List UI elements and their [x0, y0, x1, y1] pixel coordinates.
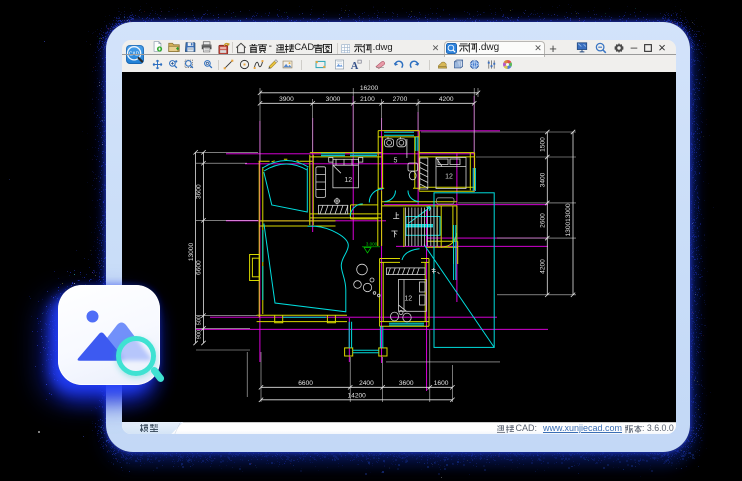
svg-text:6600: 6600 — [298, 380, 313, 387]
svg-text:130013000: 130013000 — [565, 203, 572, 236]
svg-text:2400: 2400 — [359, 380, 374, 387]
svg-text:12: 12 — [445, 174, 453, 181]
svg-text:13000: 13000 — [188, 243, 195, 262]
svg-text:3900: 3900 — [279, 96, 294, 103]
svg-text:3600: 3600 — [399, 380, 414, 387]
svg-text:3.000: 3.000 — [366, 242, 378, 247]
svg-text:500: 500 — [197, 316, 203, 325]
svg-text:3600: 3600 — [196, 184, 203, 199]
svg-text:1500: 1500 — [539, 137, 546, 152]
svg-text:16200: 16200 — [360, 85, 379, 92]
svg-text:2100: 2100 — [360, 96, 375, 103]
svg-text:12: 12 — [344, 177, 352, 184]
svg-text:1600: 1600 — [434, 380, 449, 387]
svg-text:5: 5 — [394, 158, 398, 165]
svg-text:4200: 4200 — [539, 259, 546, 274]
svg-text:14200: 14200 — [348, 392, 367, 399]
svg-text:3400: 3400 — [539, 172, 546, 187]
svg-text:3000: 3000 — [326, 96, 341, 103]
svg-text:900: 900 — [197, 330, 203, 339]
svg-text:2600: 2600 — [539, 213, 546, 228]
svg-text:12: 12 — [404, 296, 412, 303]
svg-text:2700: 2700 — [393, 96, 408, 103]
svg-text:6600: 6600 — [196, 260, 203, 275]
svg-text:4200: 4200 — [439, 96, 454, 103]
